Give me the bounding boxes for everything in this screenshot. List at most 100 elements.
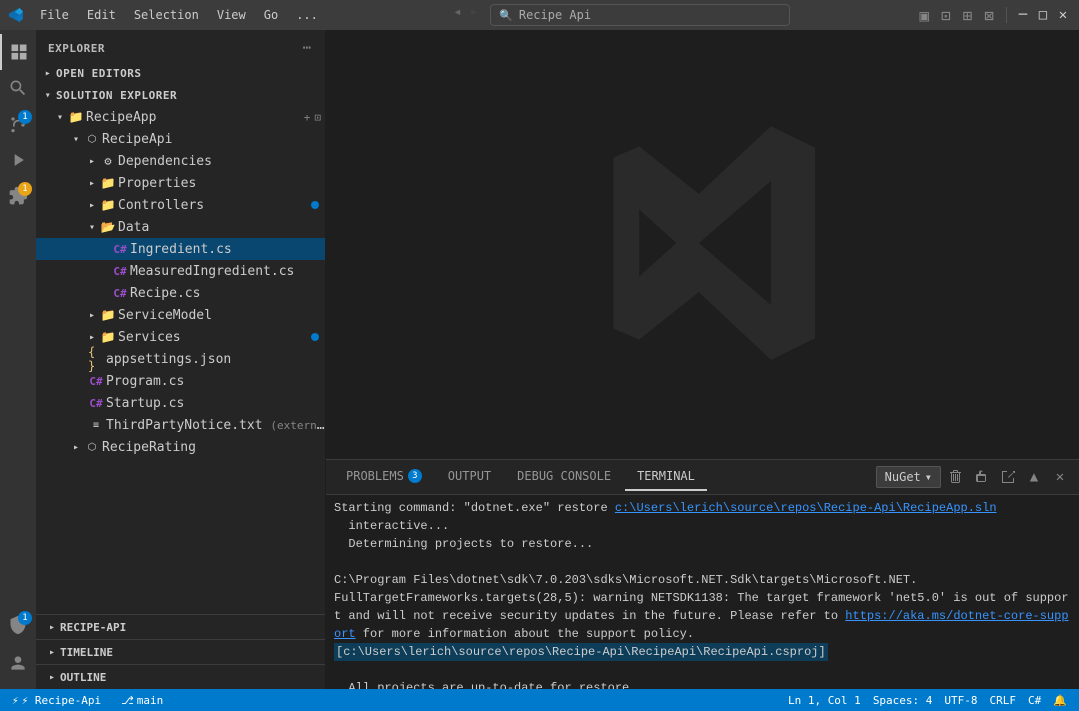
tab-output[interactable]: OUTPUT [436, 463, 503, 491]
activity-run[interactable] [0, 142, 36, 178]
title-bar-center: ◂ ▸ 🔍 Recipe Api [328, 4, 915, 26]
output-link-2[interactable]: https://aka.ms/dotnet-core-support [334, 609, 1069, 641]
status-eol[interactable]: CRLF [986, 694, 1021, 707]
controllers-folder-icon: 📁 [100, 197, 116, 213]
close-panel-button[interactable]: ✕ [1049, 466, 1071, 488]
open-editors-section[interactable]: OPEN EDITORS [36, 62, 325, 84]
services-label: Services [118, 330, 311, 345]
tree-ingredient-cs[interactable]: C# Ingredient.cs [36, 238, 325, 260]
menu-file[interactable]: File [32, 6, 77, 24]
status-notifications[interactable]: 🔔 [1049, 694, 1071, 707]
activity-extensions[interactable]: 1 [0, 178, 36, 214]
activity-explorer[interactable] [0, 34, 36, 70]
dependencies-chevron-icon [84, 153, 100, 169]
tree-recipe-api[interactable]: ⬡ RecipeApi [36, 128, 325, 150]
json-file-icon: { } [88, 351, 104, 367]
activity-source-control[interactable]: 1 [0, 106, 36, 142]
activity-remote[interactable]: 1 [0, 607, 36, 643]
menu-more[interactable]: ... [288, 6, 326, 24]
menu-go[interactable]: Go [256, 6, 286, 24]
tree-third-party[interactable]: ≡ ThirdPartyNotice.txt (external file li… [36, 414, 325, 436]
status-language[interactable]: C# [1024, 694, 1045, 707]
tree-properties[interactable]: 📁 Properties [36, 172, 325, 194]
status-remote-label: ⚡ Recipe-Api [22, 694, 101, 707]
appsettings-label: appsettings.json [106, 352, 325, 367]
status-branch-label: main [137, 694, 164, 707]
tree-startup-cs[interactable]: C# Startup.cs [36, 392, 325, 414]
status-encoding[interactable]: UTF-8 [940, 694, 981, 707]
tree-recipe-app[interactable]: 📁 RecipeApp + ⊡ [36, 106, 325, 128]
close-button[interactable]: ✕ [1055, 7, 1071, 23]
activity-search[interactable] [0, 70, 36, 106]
tree-measured-ingredient-cs[interactable]: C# MeasuredIngredient.cs [36, 260, 325, 282]
tree-services[interactable]: 📁 Services [36, 326, 325, 348]
txt-file-icon: ≡ [88, 417, 104, 433]
data-chevron-icon [84, 219, 100, 235]
lock-button[interactable] [971, 466, 993, 488]
solution-explorer-chevron-icon [40, 87, 56, 103]
sidebar-bottom: RECIPE-API TIMELINE OUTLINE [36, 614, 325, 689]
restore-button[interactable]: □ [1035, 7, 1051, 23]
timeline-chevron-icon [44, 644, 60, 660]
recipe-app-chevron-icon [52, 109, 68, 125]
activity-bar: 1 1 1 [0, 30, 36, 689]
menu-selection[interactable]: Selection [126, 6, 207, 24]
status-remote[interactable]: ⚡ ⚡ Recipe-Api [8, 689, 105, 711]
tab-debug-console[interactable]: DEBUG CONSOLE [505, 463, 623, 491]
output-link-1[interactable]: c:\Users\lerich\source\repos\Recipe-Api\… [615, 501, 997, 515]
tree-program-cs[interactable]: C# Program.cs [36, 370, 325, 392]
cs-file-icon-4: C# [88, 373, 104, 389]
layout-icon-1[interactable]: ▣ [915, 6, 933, 25]
tree-service-model[interactable]: 📁 ServiceModel [36, 304, 325, 326]
activity-account[interactable] [0, 645, 36, 681]
branch-icon: ⎇ [121, 694, 134, 707]
collapse-icon[interactable]: ⊡ [314, 111, 321, 124]
service-model-folder-icon: 📁 [100, 307, 116, 323]
menu-edit[interactable]: Edit [79, 6, 124, 24]
add-project-icon[interactable]: + [304, 111, 311, 124]
minimize-button[interactable]: ─ [1015, 7, 1031, 23]
tree-recipe-cs[interactable]: C# Recipe.cs [36, 282, 325, 304]
panel-content: Starting command: "dotnet.exe" restore c… [326, 495, 1079, 689]
recipe-api-section-header[interactable]: RECIPE-API [36, 615, 325, 639]
editor-panel-area: PROBLEMS 3 OUTPUT DEBUG CONSOLE TERMINAL… [326, 30, 1079, 689]
timeline-section-header[interactable]: TIMELINE [36, 640, 325, 664]
clear-output-button[interactable] [945, 466, 967, 488]
tree-recipe-rating[interactable]: ⬡ RecipeRating [36, 436, 325, 458]
nav-back-icon[interactable]: ◂ [453, 4, 461, 26]
notifications-icon: 🔔 [1053, 694, 1067, 707]
solution-explorer-section[interactable]: SOLUTION EXPLORER [36, 84, 325, 106]
maximize-panel-button[interactable]: ▲ [1023, 466, 1045, 488]
menu-view[interactable]: View [209, 6, 254, 24]
layout-icon-2[interactable]: ⊡ [937, 6, 955, 25]
tab-terminal[interactable]: TERMINAL [625, 463, 707, 491]
editor-area [326, 30, 1079, 459]
debug-console-tab-label: DEBUG CONSOLE [517, 469, 611, 483]
output-line-2: interactive... [334, 517, 1071, 535]
command-palette[interactable]: 🔍 Recipe Api [490, 4, 790, 26]
nuget-dropdown[interactable]: NuGet ▾ [876, 466, 941, 488]
output-line-5: C:\Program Files\dotnet\sdk\7.0.203\sdks… [334, 571, 1071, 589]
sidebar-content: OPEN EDITORS SOLUTION EXPLORER 📁 RecipeA… [36, 62, 325, 614]
sidebar-more-icon[interactable]: ⋯ [301, 38, 313, 58]
outline-section: OUTLINE [36, 664, 325, 689]
status-branch[interactable]: ⎇ main [117, 689, 167, 711]
tab-problems[interactable]: PROBLEMS 3 [334, 463, 434, 491]
nav-forward-icon[interactable]: ▸ [470, 4, 478, 26]
ingredient-cs-label: Ingredient.cs [130, 242, 325, 257]
outline-chevron-icon [44, 669, 60, 685]
solution-icon: 📁 [68, 109, 84, 125]
measured-ingredient-cs-label: MeasuredIngredient.cs [130, 264, 325, 279]
status-spaces[interactable]: Spaces: 4 [869, 694, 937, 707]
tree-dependencies[interactable]: ⚙ Dependencies [36, 150, 325, 172]
recipe-api-bottom-section: RECIPE-API [36, 614, 325, 639]
tree-appsettings[interactable]: { } appsettings.json [36, 348, 325, 370]
open-editor-button[interactable] [997, 466, 1019, 488]
status-position[interactable]: Ln 1, Col 1 [784, 694, 865, 707]
output-line-9: All projects are up-to-date for restore. [334, 679, 1071, 689]
tree-data[interactable]: 📂 Data [36, 216, 325, 238]
layout-icon-3[interactable]: ⊞ [959, 6, 977, 25]
tree-controllers[interactable]: 📁 Controllers [36, 194, 325, 216]
layout-icon-4[interactable]: ⊠ [980, 6, 998, 25]
outline-section-header[interactable]: OUTLINE [36, 665, 325, 689]
